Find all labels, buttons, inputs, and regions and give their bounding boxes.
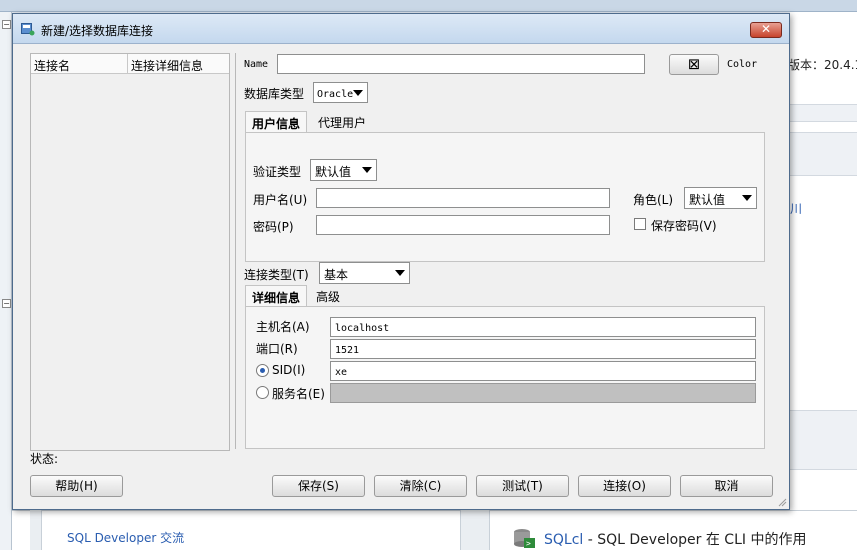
chevron-down-icon [742, 195, 752, 201]
hostname-input[interactable]: localhost [330, 317, 756, 337]
auth-type-label: 验证类型 [253, 165, 302, 179]
column-divider[interactable] [127, 54, 128, 74]
new-connection-dialog: 新建/选择数据库连接 ✕ 连接名 连接详细信息 Name ⊠ Color 数据库… [12, 13, 790, 510]
database-type-select[interactable]: Oracle [313, 82, 368, 103]
status-label: 状态: [30, 452, 59, 466]
tab-proxy-user[interactable]: 代理用户 [312, 111, 372, 133]
background-link[interactable]: 川 [790, 200, 802, 217]
role-select[interactable]: 默认值 [684, 187, 757, 209]
splitter[interactable] [235, 53, 236, 449]
tab-user-info[interactable]: 用户信息 [245, 111, 308, 133]
tab-details[interactable]: 详细信息 [245, 285, 308, 307]
username-input[interactable] [316, 188, 610, 208]
role-value: 默认值 [689, 193, 726, 207]
sid-radio[interactable] [256, 364, 269, 377]
background-band [790, 104, 857, 122]
port-input-value: 1521 [335, 345, 360, 356]
database-type-value: Oracle [317, 89, 354, 100]
color-label: Color [727, 59, 758, 70]
close-button[interactable]: ✕ [750, 22, 782, 38]
database-connection-icon [21, 23, 35, 36]
dialog-title: 新建/选择数据库连接 [41, 24, 154, 38]
save-password-label: 保存密码(V) [651, 219, 717, 233]
service-name-radio[interactable] [256, 386, 269, 399]
sid-input-value: xe [335, 367, 348, 378]
chevron-down-icon [362, 167, 372, 173]
hostname-input-value: localhost [335, 323, 390, 334]
connection-type-select[interactable]: 基本 [319, 262, 410, 284]
sqlcl-link[interactable]: SQLcl [544, 532, 583, 548]
connection-list-header: 连接名 连接详细信息 [31, 54, 229, 74]
background-divider [30, 510, 42, 550]
dialog-titlebar[interactable]: 新建/选择数据库连接 ✕ [13, 14, 789, 44]
svg-text:>: > [526, 539, 531, 548]
name-input[interactable] [277, 54, 645, 74]
connection-type-label: 连接类型(T) [244, 268, 309, 282]
port-input[interactable]: 1521 [330, 339, 756, 359]
auth-type-select[interactable]: 默认值 [310, 159, 377, 181]
cancel-button[interactable]: 取消 [680, 475, 773, 497]
tree-collapse-icon[interactable]: − [2, 20, 11, 29]
color-swatch-icon: ⊠ [687, 55, 701, 73]
save-button[interactable]: 保存(S) [272, 475, 365, 497]
color-picker-button[interactable]: ⊠ [669, 54, 719, 75]
connection-type-value: 基本 [324, 268, 349, 282]
connect-button[interactable]: 连接(O) [578, 475, 671, 497]
role-label: 角色(L) [633, 193, 674, 207]
background-band [790, 410, 857, 470]
service-name-label: 服务名(E) [272, 387, 325, 401]
sqlcl-description: - SQL Developer 在 CLI 中的作用 [583, 532, 807, 548]
community-link[interactable]: SQL Developer 交流 [67, 529, 184, 546]
resize-grip-icon[interactable] [777, 497, 787, 507]
sqlcl-link-line: SQLcl - SQL Developer 在 CLI 中的作用 [544, 529, 806, 549]
help-button[interactable]: 帮助(H) [30, 475, 123, 497]
column-header-connection-name[interactable]: 连接名 [34, 57, 70, 74]
database-type-label: 数据库类型 [244, 87, 305, 101]
connection-list[interactable]: 连接名 连接详细信息 [30, 53, 230, 451]
version-label: 版本：20.4.1. [788, 58, 857, 72]
close-icon: ✕ [760, 22, 772, 36]
background-divider [460, 510, 490, 550]
hostname-label: 主机名(A) [256, 320, 310, 334]
tab-advanced[interactable]: 高级 [310, 285, 346, 307]
username-label: 用户名(U) [253, 193, 308, 207]
password-input[interactable] [316, 215, 610, 235]
clear-button[interactable]: 清除(C) [374, 475, 467, 497]
tree-collapse-icon[interactable]: − [2, 299, 11, 308]
save-password-checkbox[interactable] [634, 218, 646, 230]
sid-label: SID(I) [272, 363, 306, 377]
port-label: 端口(R) [256, 342, 298, 356]
name-label: Name [244, 59, 269, 70]
column-header-connection-details[interactable]: 连接详细信息 [131, 57, 203, 74]
sid-input[interactable]: xe [330, 361, 756, 381]
background-window-top [0, 0, 857, 12]
auth-type-value: 默认值 [315, 165, 352, 179]
background-left-tree [0, 12, 12, 550]
password-label: 密码(P) [253, 220, 294, 234]
background-band [790, 132, 857, 176]
sqlcl-icon: > [514, 529, 535, 548]
chevron-down-icon [395, 270, 405, 276]
chevron-down-icon [353, 90, 363, 96]
test-button[interactable]: 测试(T) [476, 475, 569, 497]
service-name-input[interactable] [330, 383, 756, 403]
